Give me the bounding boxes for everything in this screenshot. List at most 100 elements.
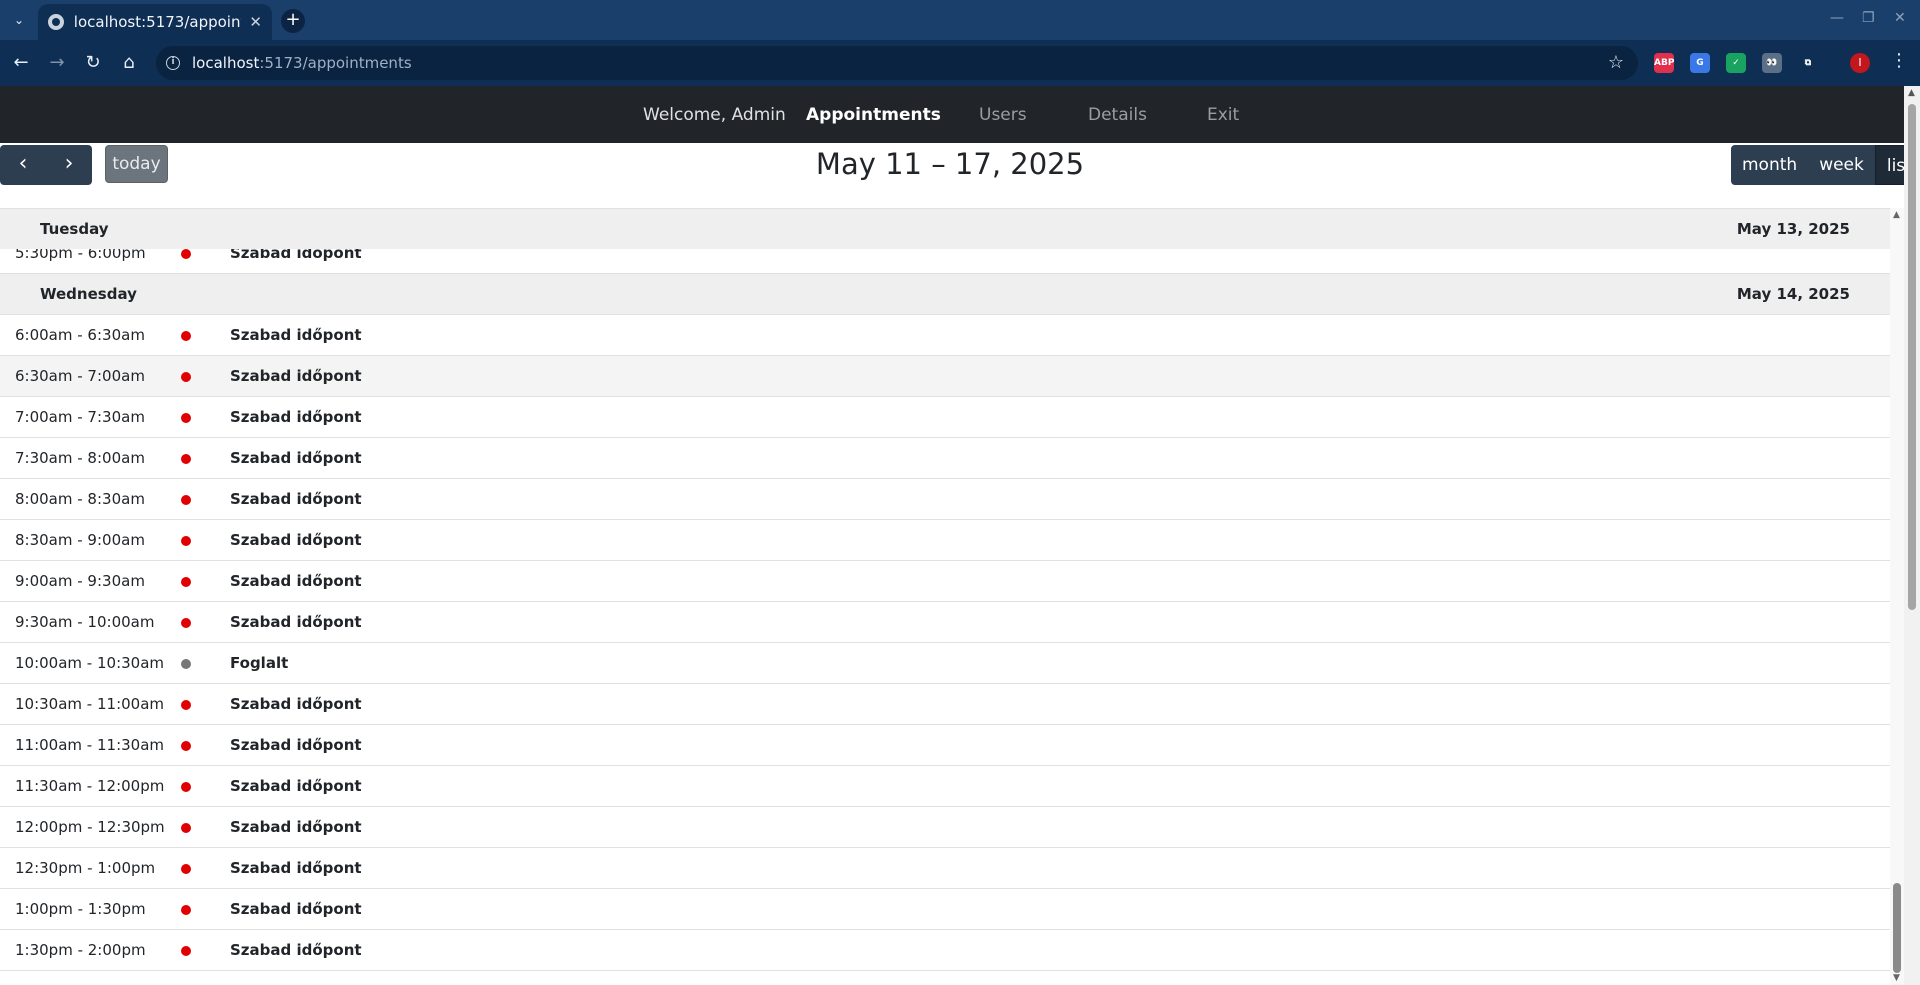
view-month-button[interactable]: month <box>1731 145 1808 185</box>
event-status-dot <box>181 659 191 669</box>
day-header-sticky: Tuesday May 13, 2025 <box>0 208 1890 249</box>
event-time: 6:00am - 6:30am <box>15 326 145 344</box>
event-row[interactable]: 1:00pm - 1:30pm Szabad időpont <box>0 889 1890 930</box>
event-title[interactable]: Szabad időpont <box>230 326 362 344</box>
restore-icon[interactable]: ❐ <box>1862 10 1875 26</box>
scroll-up-icon[interactable]: ▲ <box>1893 210 1900 220</box>
close-tab-icon[interactable]: ✕ <box>249 13 262 31</box>
tab-search-chevron-icon[interactable]: ⌄ <box>6 8 32 32</box>
event-time: 9:30am - 10:00am <box>15 613 155 631</box>
event-time: 10:30am - 11:00am <box>15 695 165 713</box>
adblock-icon[interactable]: ABP <box>1654 53 1674 73</box>
event-row[interactable]: 1:30pm - 2:00pm Szabad időpont <box>0 930 1890 971</box>
event-status-dot <box>181 249 191 259</box>
browser-menu-icon[interactable]: ⋮ <box>1890 50 1908 71</box>
event-status-dot <box>181 864 191 874</box>
event-status-dot <box>181 331 191 341</box>
event-title[interactable]: Szabad időpont <box>230 367 362 385</box>
event-title[interactable]: Szabad időpont <box>230 490 362 508</box>
page-scrollbar[interactable]: ▲ <box>1904 86 1920 985</box>
event-title[interactable]: Szabad időpont <box>230 695 362 713</box>
event-row[interactable]: 9:00am - 9:30am Szabad időpont <box>0 561 1890 602</box>
url-host: localhost <box>192 54 260 72</box>
close-window-icon[interactable]: ✕ <box>1894 10 1906 26</box>
event-time: 8:30am - 9:00am <box>15 531 145 549</box>
event-title[interactable]: Szabad időpont <box>230 818 362 836</box>
event-time: 10:00am - 10:30am <box>15 654 165 672</box>
event-row[interactable]: 10:30am - 11:00am Szabad időpont <box>0 684 1890 725</box>
scroll-down-icon[interactable]: ▼ <box>1893 973 1900 983</box>
event-row[interactable]: 7:00am - 7:30am Szabad időpont <box>0 397 1890 438</box>
day-date[interactable]: May 14, 2025 <box>1737 285 1850 303</box>
event-title[interactable]: Szabad időpont <box>230 572 362 590</box>
event-status-dot <box>181 700 191 710</box>
nav-users[interactable]: Users <box>979 105 1027 125</box>
welcome-text: Welcome, Admin <box>643 105 786 125</box>
page-scrollbar-thumb[interactable] <box>1908 104 1916 610</box>
day-date[interactable]: May 13, 2025 <box>1737 220 1850 238</box>
event-title[interactable]: Szabad időpont <box>230 941 362 959</box>
event-title[interactable]: Szabad időpont <box>230 777 362 795</box>
bookmark-star-icon[interactable]: ☆ <box>1608 52 1624 73</box>
minimize-icon[interactable]: — <box>1830 10 1844 26</box>
day-header: Wednesday May 14, 2025 <box>0 274 1890 315</box>
app-navbar: Welcome, Admin Appointments Users Detail… <box>0 86 1920 143</box>
event-row[interactable]: 11:00am - 11:30am Szabad időpont <box>0 725 1890 766</box>
page-scroll-up-icon[interactable]: ▲ <box>1908 88 1915 98</box>
event-row[interactable]: 8:30am - 9:00am Szabad időpont <box>0 520 1890 561</box>
event-title[interactable]: Szabad időpont <box>230 736 362 754</box>
event-title[interactable]: Szabad időpont <box>230 531 362 549</box>
event-time: 9:00am - 9:30am <box>15 572 145 590</box>
event-list: 5:00pm - 5:30pmSzabad időpont5:30pm - 6:… <box>0 208 1890 985</box>
event-status-dot <box>181 454 191 464</box>
event-row[interactable]: 7:30am - 8:00am Szabad időpont <box>0 438 1890 479</box>
url-path: :5173/appointments <box>259 54 412 72</box>
view-switcher: month week list <box>1731 145 1920 185</box>
home-icon[interactable]: ⌂ <box>116 50 142 76</box>
event-row[interactable]: 12:30pm - 1:00pm Szabad időpont <box>0 848 1890 889</box>
forward-icon[interactable]: → <box>44 50 70 76</box>
calendar-title: May 11 – 17, 2025 <box>815 147 1085 181</box>
event-title[interactable]: Szabad időpont <box>230 900 362 918</box>
site-info-icon[interactable]: i <box>166 56 180 70</box>
new-tab-button[interactable]: + <box>281 9 305 33</box>
list-scrollbar[interactable]: ▲ ▼ <box>1890 208 1904 985</box>
event-title[interactable]: Szabad időpont <box>230 859 362 877</box>
event-time: 8:00am - 8:30am <box>15 490 145 508</box>
nav-exit[interactable]: Exit <box>1207 105 1239 125</box>
event-status-dot <box>181 413 191 423</box>
event-row[interactable]: 10:00am - 10:30am Foglalt <box>0 643 1890 684</box>
event-time: 7:00am - 7:30am <box>15 408 145 426</box>
event-status-dot <box>181 905 191 915</box>
nav-appointments[interactable]: Appointments <box>806 105 941 125</box>
event-row[interactable]: 9:30am - 10:00am Szabad időpont <box>0 602 1890 643</box>
translate-icon[interactable]: G <box>1690 53 1710 73</box>
event-title[interactable]: Szabad időpont <box>230 613 362 631</box>
event-title[interactable]: Foglalt <box>230 654 288 672</box>
eyes-icon[interactable]: 👀 <box>1762 53 1782 73</box>
event-status-dot <box>181 946 191 956</box>
event-status-dot <box>181 618 191 628</box>
tab-title: localhost:5173/appointm <box>73 13 242 31</box>
event-row[interactable]: 6:00am - 6:30am Szabad időpont <box>0 315 1890 356</box>
scrollbar-thumb[interactable] <box>1893 883 1901 973</box>
event-row[interactable]: 12:00pm - 12:30pm Szabad időpont <box>0 807 1890 848</box>
event-status-dot <box>181 577 191 587</box>
event-row[interactable]: 11:30am - 12:00pm Szabad időpont <box>0 766 1890 807</box>
browser-tab[interactable]: localhost:5173/appointm ✕ <box>38 4 272 40</box>
view-week-button[interactable]: week <box>1808 145 1875 185</box>
back-icon[interactable]: ← <box>8 50 34 76</box>
event-title[interactable]: Szabad időpont <box>230 408 362 426</box>
nav-details[interactable]: Details <box>1088 105 1147 125</box>
event-time: 1:30pm - 2:00pm <box>15 941 146 959</box>
address-bar[interactable]: i localhost:5173/appointments ☆ <box>156 46 1638 80</box>
shield-icon[interactable]: ✓ <box>1726 53 1746 73</box>
puzzle-icon[interactable]: ⧉ <box>1798 53 1818 73</box>
reload-icon[interactable]: ↻ <box>80 50 106 76</box>
event-status-dot <box>181 823 191 833</box>
event-status-dot <box>181 495 191 505</box>
event-row[interactable]: 8:00am - 8:30am Szabad időpont <box>0 479 1890 520</box>
event-row[interactable]: 6:30am - 7:00am Szabad időpont <box>0 356 1890 397</box>
profile-avatar[interactable]: I <box>1850 53 1870 73</box>
event-title[interactable]: Szabad időpont <box>230 449 362 467</box>
